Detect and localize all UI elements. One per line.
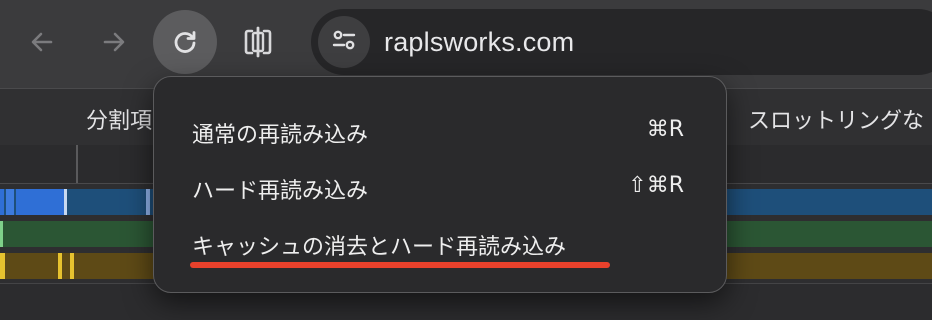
menu-item-label: 通常の再読み込み: [192, 123, 369, 148]
menu-item-label: ハード再読み込み: [192, 179, 369, 204]
reload-context-menu: 通常の再読み込み ⌘R ハード再読み込み ⇧⌘R キャッシュの消去とハード再読み…: [153, 76, 727, 293]
menu-item-empty-cache-hard-reload[interactable]: キャッシュの消去とハード再読み込み: [154, 217, 726, 267]
menu-item-normal-reload[interactable]: 通常の再読み込み ⌘R: [154, 105, 726, 155]
split-view-button[interactable]: [226, 10, 290, 74]
browser-toolbar: raplsworks.com: [0, 0, 932, 88]
track-segment: [16, 189, 64, 215]
track-segment: [58, 253, 62, 279]
track-segment: [64, 189, 67, 215]
track-segment: [70, 253, 74, 279]
tune-settings-icon: [330, 26, 358, 58]
track-segment: [0, 221, 3, 247]
track-segment: [0, 253, 5, 279]
split-items-label: 分割項: [86, 109, 153, 134]
highlight-underline: [190, 262, 610, 268]
split-view-icon: [241, 25, 275, 59]
url-text[interactable]: raplsworks.com: [384, 27, 574, 58]
arrow-left-icon: [28, 28, 56, 56]
ruler-tick: [76, 145, 78, 183]
site-info-button[interactable]: [318, 16, 370, 68]
back-button[interactable]: [10, 10, 74, 74]
reload-icon: [170, 27, 200, 57]
track-segment: [146, 189, 150, 215]
throttling-label[interactable]: スロットリングな: [748, 103, 924, 135]
menu-item-shortcut: ⌘R: [646, 117, 684, 142]
track-segment: [0, 189, 4, 215]
forward-button[interactable]: [82, 10, 146, 74]
menu-item-label: キャッシュの消去とハード再読み込み: [192, 235, 567, 260]
menu-item-hard-reload[interactable]: ハード再読み込み ⇧⌘R: [154, 161, 726, 211]
address-bar[interactable]: raplsworks.com: [311, 9, 932, 75]
browser-window: 分割項 スロットリングな raplsworks.com 通常の再読み込み ⌘R …: [0, 0, 932, 320]
reload-button[interactable]: [153, 10, 217, 74]
arrow-right-icon: [100, 28, 128, 56]
track-segment: [6, 189, 14, 215]
menu-item-shortcut: ⇧⌘R: [628, 173, 684, 198]
